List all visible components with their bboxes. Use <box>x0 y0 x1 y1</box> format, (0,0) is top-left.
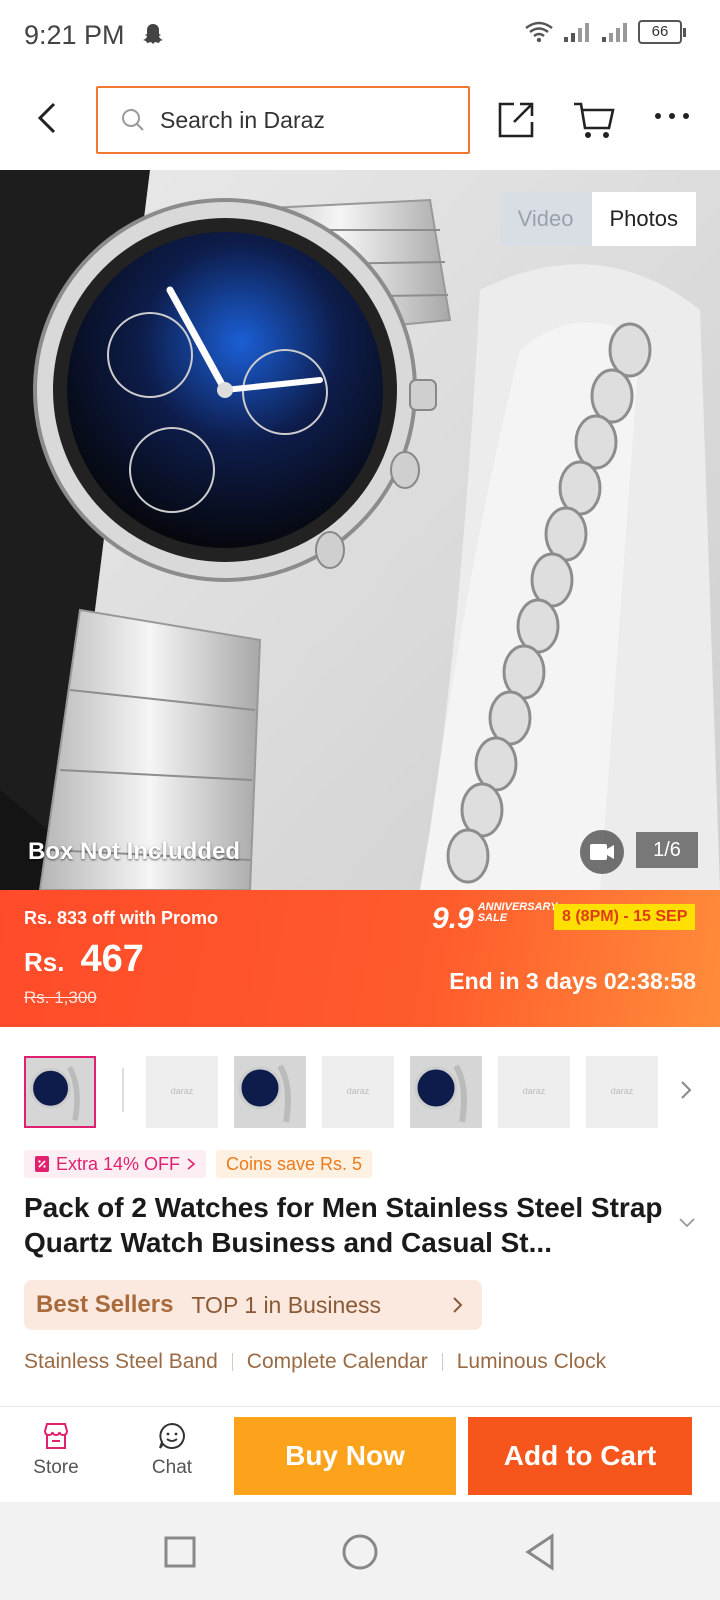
home-icon[interactable] <box>340 1532 380 1572</box>
chevron-right-icon <box>187 1158 196 1170</box>
thumbnail-3[interactable] <box>234 1056 306 1128</box>
top-navigation: Search in Daraz <box>0 72 720 168</box>
price-banner: Rs. 833 off with Promo Rs. 467 Rs. 1,300… <box>0 890 720 1027</box>
extra-discount-label: Extra 14% OFF <box>56 1154 181 1174</box>
thumbnail-5[interactable] <box>410 1056 482 1128</box>
chevron-down-icon[interactable] <box>678 1216 696 1230</box>
share-icon[interactable] <box>496 100 536 140</box>
store-label: Store <box>33 1457 79 1478</box>
voucher-icon <box>35 1156 49 1172</box>
bottom-action-bar: Store Chat Buy Now Add to Cart <box>0 1406 720 1502</box>
snapchat-icon <box>143 24 163 44</box>
buy-now-button[interactable]: Buy Now <box>234 1417 456 1495</box>
status-bar: 9:21 PM 66 <box>0 0 720 72</box>
system-indicators: 66 <box>524 20 686 44</box>
more-options-icon[interactable] <box>654 106 690 126</box>
system-navigation-bar <box>0 1502 720 1600</box>
thumbnail-divider <box>122 1068 124 1112</box>
search-placeholder: Search in Daraz <box>160 106 325 133</box>
thumbnail-placeholder-label: daraz <box>346 1086 370 1096</box>
best-sellers-banner[interactable]: Best Sellers TOP 1 in Business <box>24 1280 482 1330</box>
coins-chip[interactable]: Coins save Rs. 5 <box>216 1150 373 1178</box>
battery-icon: 66 <box>638 20 686 44</box>
best-sellers-label: Best Sellers <box>36 1291 174 1318</box>
thumbnail-placeholder-label: daraz <box>170 1086 194 1096</box>
original-price: Rs. 1,300 <box>24 988 97 1007</box>
wifi-icon <box>525 21 553 43</box>
currency-label: Rs. <box>24 947 65 977</box>
status-time: 9:21 PM <box>24 20 125 50</box>
video-play-icon[interactable] <box>580 830 624 874</box>
chat-icon <box>159 1422 185 1449</box>
store-icon <box>43 1423 69 1449</box>
thumbnail-7[interactable]: daraz <box>586 1056 658 1128</box>
feature-tag: Luminous Clock <box>456 1350 607 1373</box>
thumbnail-placeholder-label: daraz <box>522 1086 546 1096</box>
promo-text: Rs. 833 off with Promo <box>24 908 219 928</box>
chat-button[interactable]: Chat <box>132 1421 212 1479</box>
feature-tag: Complete Calendar <box>246 1350 428 1373</box>
chevron-right-icon <box>453 1297 463 1313</box>
price-amount: 467 <box>80 938 144 980</box>
thumbnail-placeholder-label: daraz <box>610 1086 634 1096</box>
recent-apps-icon[interactable] <box>160 1532 200 1572</box>
extra-discount-chip[interactable]: Extra 14% OFF <box>24 1150 207 1178</box>
image-counter: 1/6 <box>636 832 698 868</box>
product-photo <box>0 170 720 890</box>
search-box[interactable]: Search in Daraz <box>96 86 470 154</box>
thumbnail-watch-image <box>234 1056 306 1128</box>
sale-badge-number: 9.9 <box>432 902 474 935</box>
tab-video[interactable]: Video <box>499 192 592 246</box>
signal-icon-2 <box>602 23 627 42</box>
sale-dates: 8 (8PM) - 15 SEP <box>554 904 696 930</box>
store-button[interactable]: Store <box>16 1421 96 1479</box>
thumbnail-watch-image <box>26 1058 94 1126</box>
back-nav-icon[interactable] <box>520 1532 560 1572</box>
feature-tags: Stainless Steel Band Complete Calendar L… <box>24 1350 720 1374</box>
thumbnail-1[interactable] <box>24 1056 96 1128</box>
chevron-right-icon[interactable] <box>676 1078 696 1102</box>
product-title: Pack of 2 Watches for Men Stainless Stee… <box>24 1192 663 1258</box>
cart-icon[interactable] <box>572 100 616 140</box>
add-to-cart-button[interactable]: Add to Cart <box>468 1417 692 1495</box>
feature-separator <box>231 1353 233 1371</box>
signal-icon <box>564 23 589 42</box>
tab-photos[interactable]: Photos <box>591 192 696 246</box>
feature-separator <box>441 1353 443 1371</box>
image-overlay-note: Box Not Includded <box>28 838 240 865</box>
feature-tag: Stainless Steel Band <box>24 1350 218 1373</box>
thumbnail-6[interactable]: daraz <box>498 1056 570 1128</box>
thumbnail-2[interactable]: daraz <box>146 1056 218 1128</box>
current-price: Rs. 467 <box>24 938 144 981</box>
chat-label: Chat <box>151 1457 193 1478</box>
media-toggle: Video Photos <box>499 192 696 246</box>
best-sellers-rank: TOP 1 in Business <box>191 1291 382 1318</box>
thumbnail-strip: daraz daraz daraz daraz <box>0 1050 720 1140</box>
countdown-timer: End in 3 days 02:38:58 <box>449 968 696 994</box>
search-icon <box>122 109 144 131</box>
sale-badge-sub: ANNIVERSARY SALE <box>477 901 558 924</box>
thumbnail-4[interactable]: daraz <box>322 1056 394 1128</box>
thumbnail-watch-image <box>410 1056 482 1128</box>
product-image-gallery[interactable]: Video Photos Box Not Includded 1/6 <box>0 170 720 890</box>
back-arrow-icon[interactable] <box>32 100 64 136</box>
sale-campaign-badge: 9.9 ANNIVERSARY SALE <box>432 901 558 936</box>
